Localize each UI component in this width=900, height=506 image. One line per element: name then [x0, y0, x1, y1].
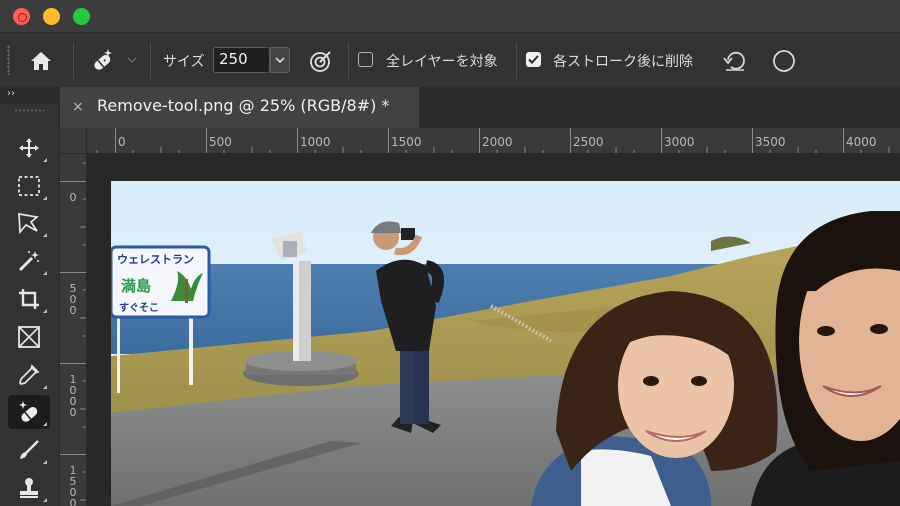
size-label: サイズ: [163, 54, 205, 70]
ruler-label: 3000: [664, 135, 695, 149]
remove-tool-icon[interactable]: [86, 45, 118, 75]
tab-close-button[interactable]: ×: [72, 99, 84, 115]
all-layers-label: 全レイヤーを対象: [386, 54, 498, 70]
ruler-label: 500: [69, 282, 77, 317]
marquee-tool[interactable]: [8, 169, 50, 203]
eyedropper-tool[interactable]: [8, 358, 50, 392]
pressure-icon[interactable]: [306, 47, 336, 75]
sign-line1: ウェレストラン: [117, 253, 194, 266]
lasso-tool[interactable]: [8, 206, 50, 240]
move-tool[interactable]: [8, 131, 50, 165]
ruler-label: 1000: [69, 373, 77, 419]
circle-icon[interactable]: [770, 47, 798, 75]
frame-tool[interactable]: [8, 320, 50, 354]
stamp-tool[interactable]: [8, 471, 50, 505]
toolbar-collapse-button[interactable]: ››: [0, 87, 60, 104]
window-close-button[interactable]: [13, 8, 30, 25]
home-icon[interactable]: [26, 47, 56, 75]
size-dropdown-button[interactable]: [270, 47, 290, 73]
separator: [516, 42, 517, 79]
sign-line2: 満島: [121, 277, 151, 295]
checkmark-icon: [528, 55, 539, 64]
remove-tool-icon: [19, 401, 38, 422]
ruler-label: 500: [209, 135, 232, 149]
window-minimize-button[interactable]: [43, 8, 60, 25]
options-bar-grip[interactable]: [7, 45, 10, 75]
rotate-icon[interactable]: [720, 47, 750, 75]
document-title: Remove-tool.png @ 25% (RGB/8#) *: [97, 96, 390, 115]
photo-canvas: ウェレストラン 満島 すぐそこ: [111, 181, 900, 506]
stamp-icon: [20, 478, 38, 498]
ruler-label: 1500: [69, 464, 77, 506]
horizontal-ruler[interactable]: 0 500 1000 1500 2000 2500 3000 3500 4000: [60, 128, 900, 154]
ruler-label: 0: [69, 191, 77, 204]
remove-after-stroke-label: 各ストローク後に削除: [553, 54, 693, 70]
marquee-icon: [18, 176, 40, 196]
size-input[interactable]: 250: [213, 47, 270, 73]
remove-tool[interactable]: [8, 395, 50, 429]
document-tab-bar: × Remove-tool.png @ 25% (RGB/8#) *: [60, 87, 900, 128]
crop-icon: [19, 289, 39, 309]
all-layers-checkbox[interactable]: [358, 52, 373, 67]
ruler-corner[interactable]: [60, 128, 87, 154]
separator: [348, 42, 349, 79]
vertical-ruler[interactable]: 0 500 1000 1500: [60, 154, 87, 506]
document-image[interactable]: ウェレストラン 満島 すぐそこ: [111, 181, 900, 506]
canvas-area[interactable]: ウェレストラン 満島 すぐそこ: [87, 154, 900, 506]
frame-icon: [18, 326, 40, 348]
window-maximize-button[interactable]: [73, 8, 90, 25]
toolbar-grip[interactable]: [14, 109, 44, 112]
ruler-label: 1500: [391, 135, 422, 149]
ruler-label: 2500: [573, 135, 604, 149]
ruler-label: 3500: [755, 135, 786, 149]
document-tab[interactable]: × Remove-tool.png @ 25% (RGB/8#) *: [60, 87, 419, 128]
separator: [150, 42, 151, 79]
magic-wand-icon: [18, 251, 39, 272]
tool-preset-dropdown-icon[interactable]: [126, 53, 138, 67]
ruler-label: 1000: [300, 135, 331, 149]
title-bar: [0, 0, 900, 32]
options-bar: サイズ 250 全レイヤーを対象 各ストローク後に削除: [0, 32, 900, 87]
ruler-label: 2000: [482, 135, 513, 149]
move-icon: [19, 138, 39, 158]
ruler-label: 4000: [846, 135, 877, 149]
separator: [73, 42, 74, 79]
remove-after-stroke-checkbox[interactable]: [526, 52, 541, 67]
lasso-icon: [18, 212, 39, 235]
magic-wand-tool[interactable]: [8, 244, 50, 278]
chevron-down-icon: [275, 57, 285, 63]
ruler-label: 0: [118, 135, 126, 149]
crop-tool[interactable]: [8, 282, 50, 316]
brush-tool[interactable]: [8, 433, 50, 467]
tools-panel: ››: [0, 87, 60, 506]
eyedropper-icon: [19, 364, 40, 385]
ruler-ticks: [60, 162, 86, 501]
sign-line3: すぐそこ: [119, 302, 159, 314]
brush-icon: [20, 440, 39, 459]
